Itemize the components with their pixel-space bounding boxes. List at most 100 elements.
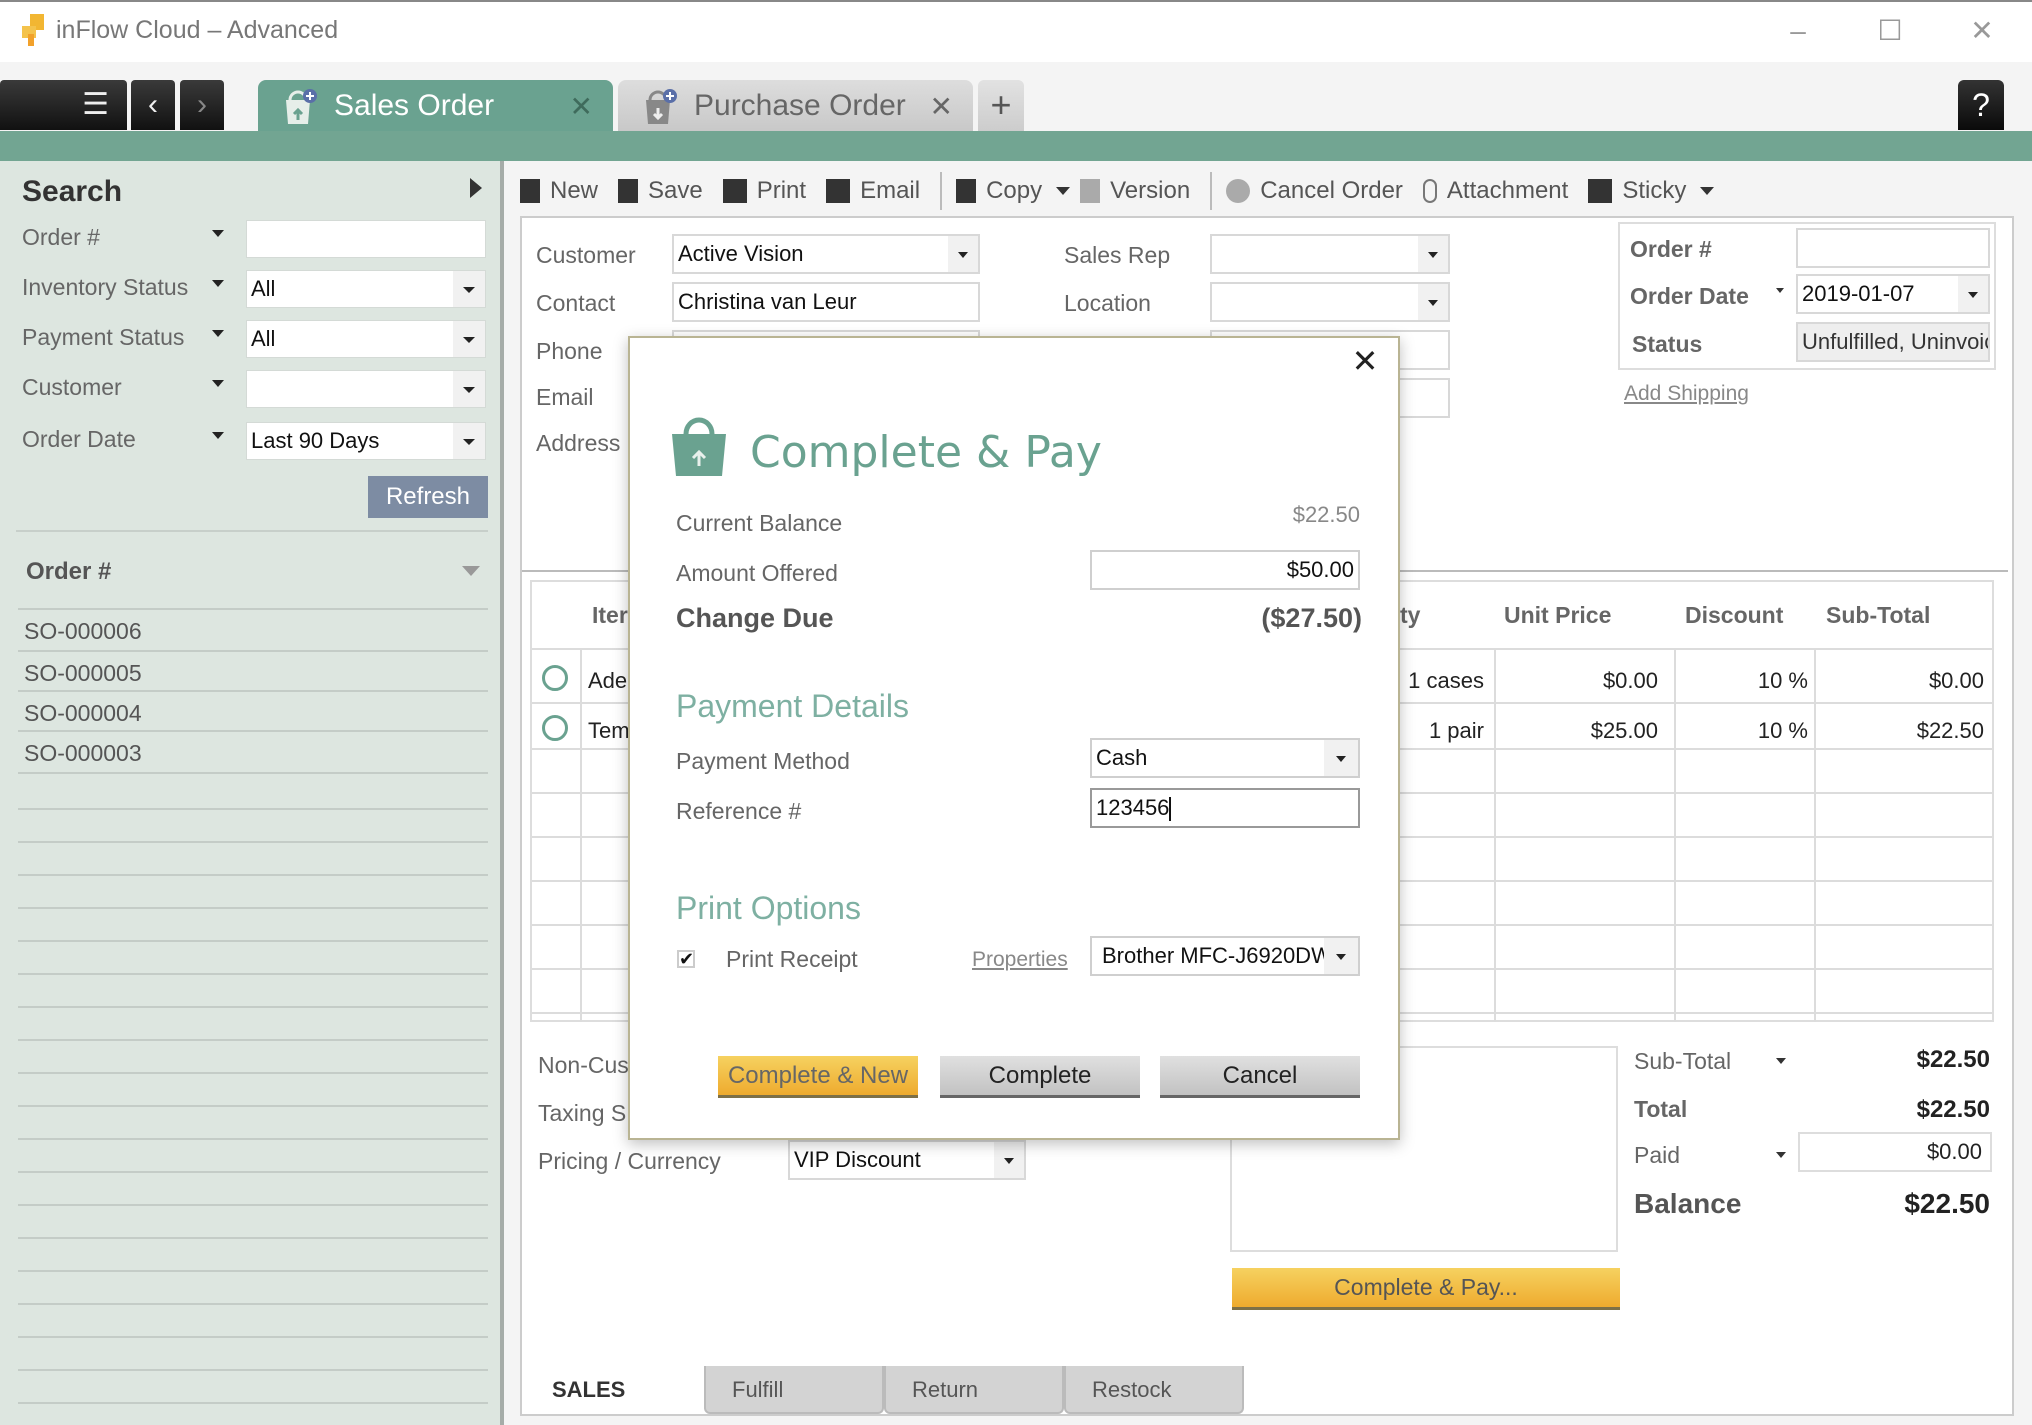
- attachment-button[interactable]: Attachment: [1422, 177, 1568, 205]
- copy-dropdown-caret-icon[interactable]: [1056, 187, 1071, 195]
- cell-discount[interactable]: 10 %: [1680, 718, 1808, 744]
- list-divider: [18, 690, 488, 692]
- back-button[interactable]: ‹: [131, 80, 175, 130]
- help-button[interactable]: ?: [1958, 80, 2004, 130]
- filter-label-order-date: Order Date: [22, 426, 136, 452]
- dialog-close-icon[interactable]: ✕: [1350, 344, 1380, 378]
- dropdown-arrow-icon[interactable]: [453, 371, 485, 407]
- toolbar-label: Sticky: [1622, 177, 1687, 204]
- row-select-radio[interactable]: [542, 715, 568, 741]
- order-list-item[interactable]: SO-000004: [24, 700, 142, 727]
- cell-unit-price[interactable]: $25.00: [1500, 718, 1658, 744]
- total-label: Total: [1634, 1096, 1688, 1122]
- forward-button[interactable]: ›: [180, 80, 224, 130]
- column-header-subtotal[interactable]: Sub-Total: [1826, 602, 1930, 629]
- cancel-order-button[interactable]: Cancel Order: [1226, 177, 1403, 205]
- printer-properties-link[interactable]: Properties: [972, 948, 1068, 972]
- copy-button[interactable]: Copy: [956, 177, 1071, 205]
- complete-and-pay-button[interactable]: Complete & Pay...: [1232, 1268, 1620, 1310]
- close-tab-icon[interactable]: ✕: [930, 90, 953, 123]
- dropdown-arrow-icon[interactable]: [453, 423, 485, 459]
- order-list-item[interactable]: SO-000005: [24, 660, 142, 687]
- sales-rep-select[interactable]: [1210, 234, 1450, 274]
- add-shipping-link[interactable]: Add Shipping: [1624, 382, 1749, 406]
- email-button[interactable]: Email: [826, 177, 920, 205]
- print-button[interactable]: Print: [722, 177, 806, 205]
- dropdown-arrow-icon[interactable]: [1418, 284, 1448, 320]
- dropdown-arrow-icon[interactable]: [453, 271, 485, 307]
- dropdown-arrow-icon[interactable]: [1324, 938, 1358, 974]
- tab-sales[interactable]: SALES: [526, 1366, 704, 1414]
- reference-input[interactable]: 123456: [1090, 788, 1360, 828]
- amount-offered-input[interactable]: $50.00: [1090, 550, 1360, 590]
- expand-sidebar-icon[interactable]: [470, 178, 482, 198]
- cell-item[interactable]: Tem: [588, 718, 630, 744]
- list-divider: [18, 1270, 488, 1272]
- total-value: $22.50: [1916, 1096, 1990, 1123]
- paid-input[interactable]: $0.00: [1798, 1132, 1992, 1172]
- status-value: Unfulfilled, Uninvoic: [1796, 322, 1990, 362]
- column-header-item[interactable]: Iter: [592, 602, 628, 629]
- filter-order-date-select[interactable]: Last 90 Days: [246, 422, 486, 460]
- dropdown-arrow-icon[interactable]: [994, 1142, 1024, 1178]
- printer-icon: [722, 179, 747, 203]
- column-header-quantity[interactable]: ty: [1400, 602, 1420, 629]
- filter-order-number-input[interactable]: [246, 220, 486, 258]
- sort-caret-icon[interactable]: [462, 566, 480, 576]
- filter-mode-caret-icon[interactable]: [212, 432, 224, 439]
- order-date-picker[interactable]: 2019-01-07: [1796, 274, 1990, 314]
- location-select[interactable]: [1210, 282, 1450, 322]
- save-button[interactable]: Save: [618, 177, 703, 205]
- main-menu-button[interactable]: ☰: [0, 80, 127, 130]
- tab-restock[interactable]: Restock: [1064, 1366, 1244, 1414]
- filter-customer-select[interactable]: [246, 370, 486, 408]
- refresh-button[interactable]: Refresh: [368, 476, 488, 518]
- column-header-unit-price[interactable]: Unit Price: [1504, 602, 1611, 629]
- subtotal-caret-icon[interactable]: [1776, 1058, 1786, 1064]
- window-close-button[interactable]: ✕: [1960, 12, 2004, 50]
- sticky-dropdown-caret-icon[interactable]: [1700, 187, 1715, 195]
- print-receipt-checkbox[interactable]: ✔: [677, 950, 695, 968]
- column-header-discount[interactable]: Discount: [1685, 602, 1783, 629]
- minimize-button[interactable]: –: [1776, 12, 1820, 50]
- calendar-dropdown-icon[interactable]: [1958, 276, 1988, 312]
- filter-mode-caret-icon[interactable]: [212, 380, 224, 387]
- tab-return[interactable]: Return: [884, 1366, 1064, 1414]
- tab-purchase-order[interactable]: Purchase Order ✕: [618, 80, 973, 132]
- row-select-radio[interactable]: [542, 665, 568, 691]
- dropdown-arrow-icon[interactable]: [1324, 740, 1358, 776]
- new-button[interactable]: New: [520, 177, 598, 205]
- order-number-input[interactable]: [1796, 228, 1990, 268]
- sticky-button[interactable]: Sticky: [1588, 177, 1715, 205]
- complete-button[interactable]: Complete: [940, 1056, 1140, 1098]
- payment-method-select[interactable]: Cash: [1090, 738, 1360, 778]
- tab-sales-order[interactable]: Sales Order ✕: [258, 80, 613, 132]
- filter-mode-caret-icon[interactable]: [212, 230, 224, 237]
- maximize-button[interactable]: ☐: [1868, 12, 1912, 50]
- order-list-header[interactable]: Order #: [26, 558, 111, 586]
- complete-and-new-button[interactable]: Complete & New: [718, 1056, 918, 1098]
- dropdown-arrow-icon[interactable]: [1418, 236, 1448, 272]
- cancel-button[interactable]: Cancel: [1160, 1056, 1360, 1098]
- filter-mode-caret-icon[interactable]: [212, 330, 224, 337]
- customer-select[interactable]: Active Vision: [672, 234, 980, 274]
- dropdown-arrow-icon[interactable]: [948, 236, 978, 272]
- pricing-currency-select[interactable]: VIP Discount: [788, 1140, 1026, 1180]
- filter-inventory-status-select[interactable]: All: [246, 270, 486, 308]
- order-list-item[interactable]: SO-000006: [24, 618, 142, 645]
- cell-discount[interactable]: 10 %: [1680, 668, 1808, 694]
- printer-select[interactable]: Brother MFC-J6920DW: [1090, 936, 1360, 976]
- date-mode-caret-icon[interactable]: [1776, 288, 1784, 293]
- dropdown-arrow-icon[interactable]: [453, 321, 485, 357]
- close-tab-icon[interactable]: ✕: [570, 90, 593, 123]
- window-title: inFlow Cloud – Advanced: [56, 16, 339, 44]
- version-button[interactable]: Version: [1080, 177, 1190, 205]
- order-list-item[interactable]: SO-000003: [24, 740, 142, 767]
- add-tab-button[interactable]: +: [978, 80, 1024, 132]
- filter-payment-status-select[interactable]: All: [246, 320, 486, 358]
- tab-fulfill[interactable]: Fulfill: [704, 1366, 884, 1414]
- cell-unit-price[interactable]: $0.00: [1500, 668, 1658, 694]
- contact-input[interactable]: Christina van Leur: [672, 282, 980, 322]
- filter-mode-caret-icon[interactable]: [212, 280, 224, 287]
- paid-caret-icon[interactable]: [1776, 1152, 1786, 1158]
